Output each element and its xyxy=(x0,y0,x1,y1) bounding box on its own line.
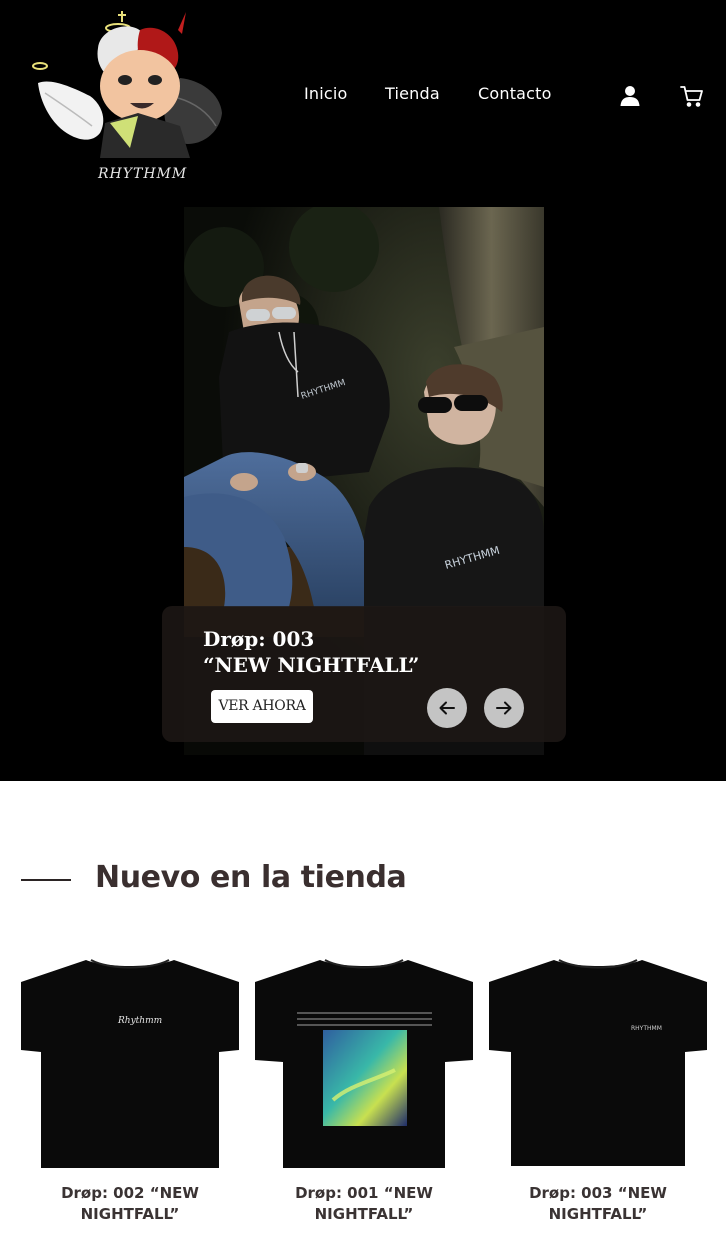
nav-link-contacto[interactable]: Contacto xyxy=(478,84,552,103)
new-in-heading: Nuevo en la tienda xyxy=(0,858,726,902)
product-print-text: RHYTHMM xyxy=(631,1025,662,1032)
carousel-prev-button[interactable] xyxy=(427,688,467,728)
ver-ahora-button[interactable]: VER AHORA xyxy=(211,690,313,723)
logo-wordmark: RHYTHMM xyxy=(97,166,187,182)
hero-collection-name: “NEW NIGHTFALL” xyxy=(203,653,420,677)
carousel-next-button[interactable] xyxy=(484,688,524,728)
product-card[interactable]: Drøp: 001 “NEW NIGHTFALL” xyxy=(255,950,473,1230)
product-image[interactable]: Rhythmm xyxy=(21,950,239,1172)
nav-link-inicio[interactable]: Inicio xyxy=(304,84,348,103)
arrow-right-icon xyxy=(496,701,512,715)
hero-section: RHYTHMM Inicio Tienda Contacto RHYTHMM R… xyxy=(0,0,726,781)
product-print-text: Rhythmm xyxy=(117,1016,162,1026)
user-icon[interactable] xyxy=(618,84,642,108)
hero-drop-label: Drøp: 003 xyxy=(203,627,315,651)
cart-icon[interactable] xyxy=(680,84,704,108)
hero-title: Drøp: 003 “NEW NIGHTFALL” xyxy=(203,626,419,678)
hero-caption-card: Drøp: 003 “NEW NIGHTFALL” VER AHORA xyxy=(162,606,566,742)
product-grid: Rhythmm Drøp: 002 “NEW NIGHTFALL” Drøp: … xyxy=(0,950,726,1233)
product-name[interactable]: Drøp: 001 “NEW NIGHTFALL” xyxy=(255,1183,473,1225)
product-card[interactable]: RHYTHMM Drøp: 003 “NEW NIGHTFALL” xyxy=(489,950,707,1230)
product-image[interactable]: RHYTHMM xyxy=(489,950,707,1172)
product-name[interactable]: Drøp: 002 “NEW NIGHTFALL” xyxy=(21,1183,239,1225)
heading-divider xyxy=(21,879,71,881)
product-image[interactable] xyxy=(255,950,473,1172)
product-card[interactable]: Rhythmm Drøp: 002 “NEW NIGHTFALL” xyxy=(21,950,239,1230)
section-title: Nuevo en la tienda xyxy=(95,860,407,895)
arrow-left-icon xyxy=(439,701,455,715)
nav-link-tienda[interactable]: Tienda xyxy=(385,84,440,103)
product-name[interactable]: Drøp: 003 “NEW NIGHTFALL” xyxy=(489,1183,707,1225)
